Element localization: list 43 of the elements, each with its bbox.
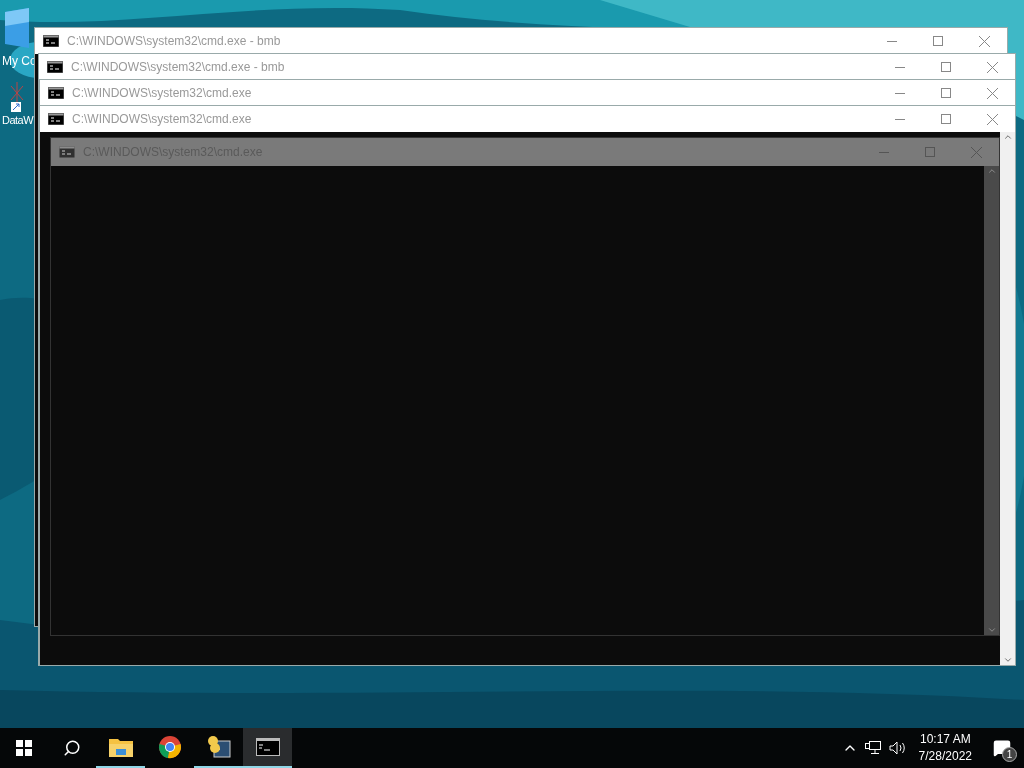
scroll-down-icon bbox=[1002, 655, 1013, 665]
console-icon bbox=[43, 35, 59, 47]
python-shell-icon bbox=[205, 735, 232, 759]
close-icon bbox=[986, 61, 998, 73]
console-icon bbox=[48, 113, 64, 125]
notification-button[interactable]: 1 bbox=[980, 728, 1024, 768]
speaker-icon bbox=[888, 741, 907, 755]
folder-icon bbox=[108, 737, 133, 757]
scroll-down-icon bbox=[986, 625, 997, 635]
console-icon bbox=[47, 61, 63, 73]
notification-count: 1 bbox=[1002, 747, 1017, 762]
search-icon bbox=[63, 739, 81, 757]
minimize-icon bbox=[895, 66, 905, 68]
close-icon bbox=[970, 146, 982, 158]
maximize-icon bbox=[941, 62, 951, 72]
close-icon bbox=[986, 113, 998, 125]
minimize-icon bbox=[895, 118, 905, 120]
taskbar-app-button[interactable] bbox=[243, 728, 292, 768]
close-icon bbox=[986, 87, 998, 99]
clock[interactable]: 10:17 AM 7/28/2022 bbox=[910, 728, 980, 768]
window-title: C:\WINDOWS\system32\cmd.exe bbox=[72, 111, 252, 128]
maximize-icon bbox=[925, 147, 935, 157]
console-icon bbox=[48, 87, 64, 99]
window-title: C:\WINDOWS\system32\cmd.exe - bmb bbox=[67, 33, 281, 50]
maximize-icon bbox=[941, 114, 951, 124]
minimize-icon bbox=[879, 151, 889, 153]
maximize-icon bbox=[933, 36, 943, 46]
window-title: C:\WINDOWS\system32\cmd.exe bbox=[72, 85, 252, 102]
browser-icon bbox=[157, 735, 182, 759]
scroll-up-icon bbox=[986, 166, 997, 176]
close-icon bbox=[978, 35, 990, 47]
scrollbar[interactable] bbox=[1000, 132, 1015, 665]
minimize-icon bbox=[887, 40, 897, 42]
maximize-icon bbox=[941, 88, 951, 98]
network-icon bbox=[864, 741, 881, 755]
scroll-up-icon bbox=[1002, 132, 1013, 142]
window-title: C:\WINDOWS\system32\cmd.exe - bmb bbox=[71, 59, 285, 76]
console-icon bbox=[59, 146, 75, 158]
windows-logo-icon bbox=[16, 740, 32, 756]
minimize-icon bbox=[895, 92, 905, 94]
desktop-icon-label[interactable]: DataW bbox=[0, 112, 34, 129]
scrollbar[interactable] bbox=[984, 166, 999, 635]
console-icon bbox=[255, 738, 280, 756]
